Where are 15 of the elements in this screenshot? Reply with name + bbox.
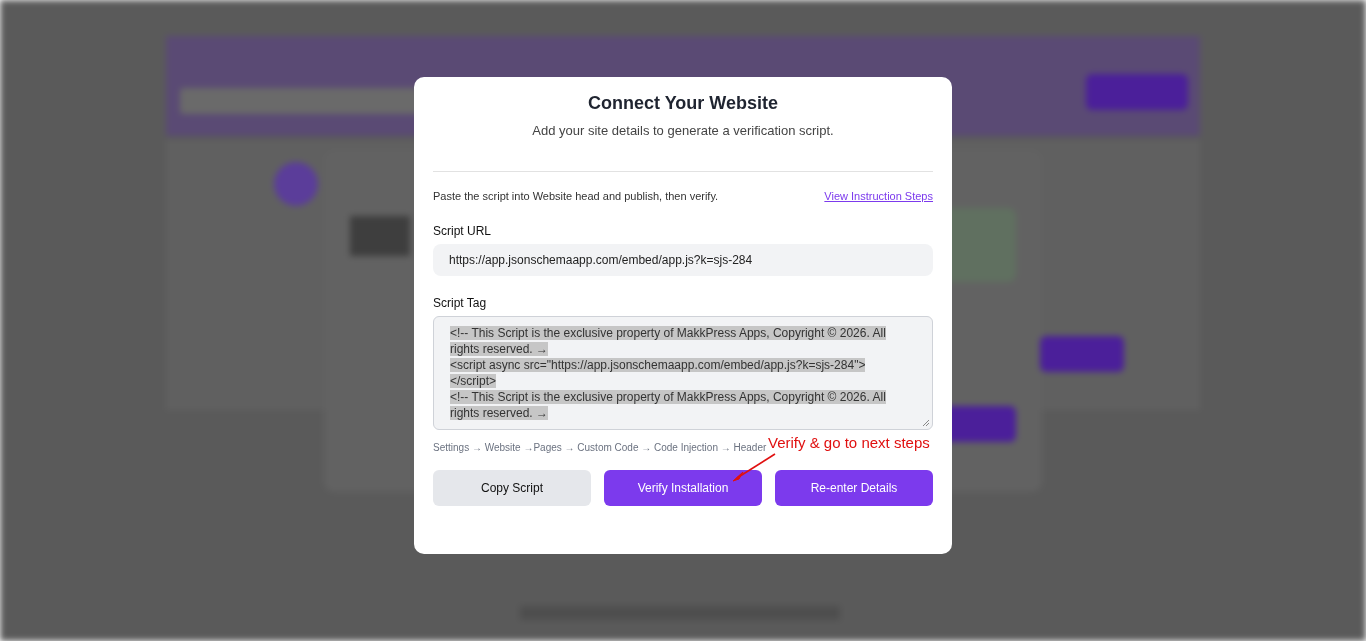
action-button[interactable]: Copy Script	[433, 470, 591, 506]
field-label: Script Tag	[433, 296, 488, 310]
dialog-subtitle: Add your site details to generate a verification script.	[531, 123, 835, 138]
action-button[interactable]: Verify Installation	[604, 470, 762, 506]
annotation-arrow	[731, 452, 777, 482]
annotation-text: Verify & go to next steps	[768, 434, 930, 451]
path-hint: Settings → Website →Pages → Custom Code → Code Injection → Header	[433, 441, 767, 453]
dialog-title: Connect Your Website	[587, 93, 779, 114]
field-label: Script URL	[433, 224, 492, 238]
action-button[interactable]: Re-enter Details	[775, 470, 933, 506]
url-field[interactable]: https://app.jsonschemaapp.com/embed/app.js?k=sjs-284	[433, 244, 933, 276]
instruction-link[interactable]: View Instruction Steps	[824, 190, 933, 202]
instruction-text: Paste the script into Website head and publish, then verify.	[433, 190, 719, 202]
script-textarea[interactable]: <!-- This Script is the exclusive property of MakkPress Apps, Copyright © 2026. All rights reserved. → <script async src="https://app.jsonschemaapp.com/embed/app.js?k=sjs-284"> </script> <!-- This Script is the exclusive property of MakkPress Apps, Copyright © 2026. All rights reserved. →	[433, 316, 933, 430]
resize-grip-icon[interactable]	[922, 419, 930, 427]
